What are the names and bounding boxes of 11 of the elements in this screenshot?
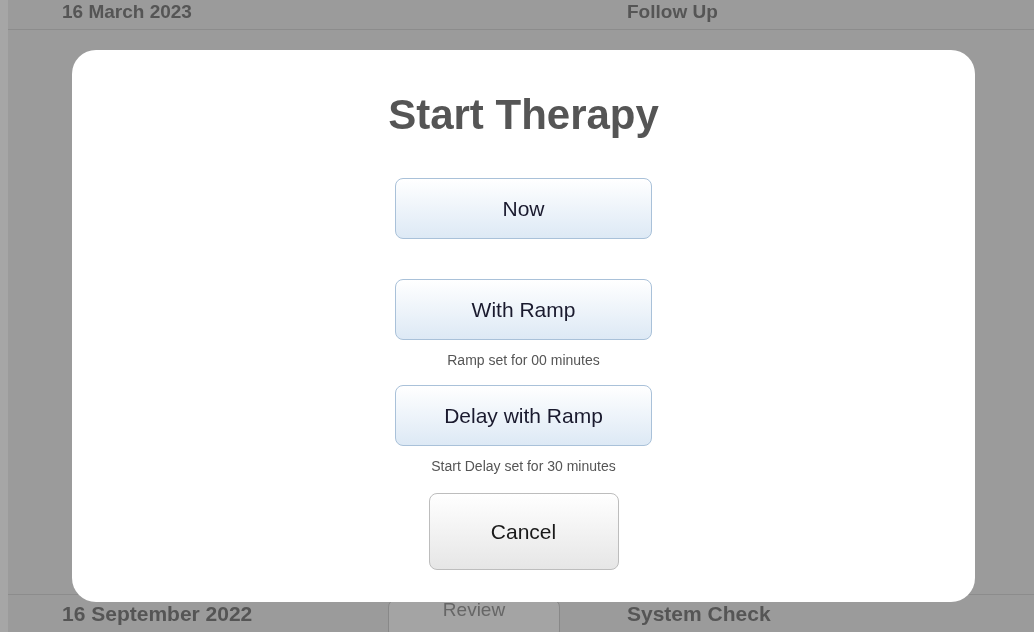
- option-note: Start Delay set for 30 minutes: [431, 457, 616, 476]
- date-text: 16 March 2023: [62, 1, 193, 23]
- cancel-button[interactable]: Cancel: [428, 493, 619, 570]
- section-label: Follow Up: [627, 1, 718, 23]
- option-button[interactable]: Delay with Ramp: [395, 385, 652, 446]
- dialog-title: Start Therapy: [388, 90, 659, 140]
- option-note: Ramp set for 00 minutes: [447, 351, 600, 370]
- date-text: 16 September 2022: [62, 600, 254, 627]
- option-button[interactable]: With Ramp: [395, 279, 652, 340]
- section-label: System Check: [627, 600, 771, 627]
- option-button[interactable]: Now: [395, 178, 652, 239]
